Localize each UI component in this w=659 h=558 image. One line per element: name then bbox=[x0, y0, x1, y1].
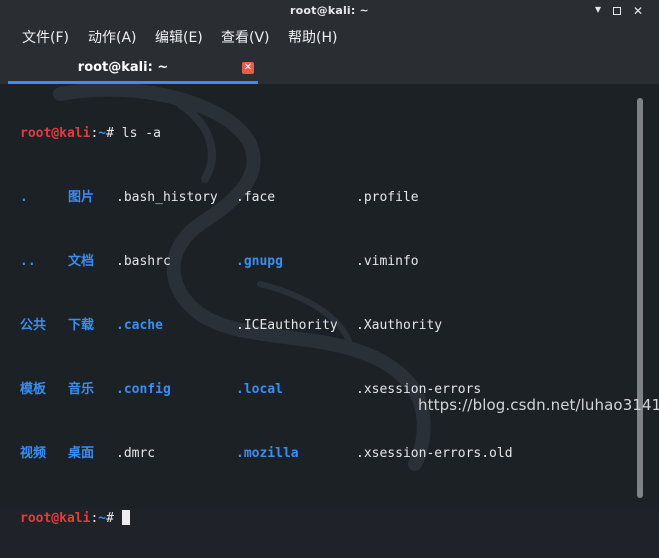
dir-entry: 视频 bbox=[20, 446, 47, 461]
dir-entry: .cache bbox=[116, 318, 163, 333]
file-entry: .face bbox=[236, 190, 276, 205]
close-icon[interactable]: ✕ bbox=[630, 3, 646, 19]
dir-entry: 桌面 bbox=[68, 446, 95, 461]
menu-actions[interactable]: 动作(A) bbox=[88, 29, 137, 47]
dir-entry: . bbox=[20, 190, 28, 205]
dir-entry: .gnupg bbox=[236, 254, 283, 269]
file-entry: .bash_history bbox=[116, 190, 218, 205]
prompt-symbol: # bbox=[106, 126, 114, 141]
ls-row: 公共 下载 .cache .ICEauthority .Xauthority bbox=[20, 318, 513, 334]
dir-entry: .local bbox=[236, 382, 283, 397]
file-entry: .profile bbox=[356, 190, 419, 205]
menu-view[interactable]: 查看(V) bbox=[221, 29, 270, 47]
minimize-icon[interactable]: ▾ bbox=[590, 1, 606, 17]
dir-entry: 下载 bbox=[68, 318, 95, 333]
vertical-scrollbar[interactable] bbox=[637, 98, 643, 498]
terminal-tab[interactable]: root@kali: ~ ✕ bbox=[8, 54, 258, 84]
tab-bar: root@kali: ~ ✕ bbox=[0, 54, 659, 84]
window-title: root@kali: ~ bbox=[290, 4, 369, 17]
terminal-window: root@kali: ~ ▾ ✕ 文件(F) 动作(A) 编辑(E) 查看(V)… bbox=[0, 0, 659, 526]
prompt-symbol: # bbox=[106, 511, 114, 526]
prompt-path: ~ bbox=[98, 511, 107, 526]
prompt-user: root@kali bbox=[20, 126, 91, 141]
terminal-output: root@kali:~# ls -a . 图片 .bash_history .face… bbox=[20, 94, 513, 558]
menu-edit[interactable]: 编辑(E) bbox=[155, 29, 203, 47]
maximize-icon[interactable] bbox=[609, 3, 625, 19]
dir-entry: .. bbox=[20, 254, 36, 269]
file-entry: .bashrc bbox=[116, 254, 171, 269]
dir-entry: 图片 bbox=[68, 190, 95, 205]
dir-entry: .config bbox=[116, 382, 171, 397]
prompt-path: ~ bbox=[98, 126, 107, 141]
menu-file[interactable]: 文件(F) bbox=[22, 29, 69, 47]
ls-row: 视频 桌面 .dmrc .mozilla .xsession-errors.old bbox=[20, 446, 513, 462]
prompt-line: root@kali:~# ls -a bbox=[20, 126, 513, 142]
tab-close-icon[interactable]: ✕ bbox=[242, 62, 254, 74]
dir-entry: 文档 bbox=[68, 254, 95, 269]
prompt-line: root@kali:~# bbox=[20, 510, 513, 526]
tab-title: root@kali: ~ bbox=[77, 60, 169, 75]
prompt-user: root@kali bbox=[20, 511, 91, 526]
title-bar: root@kali: ~ ▾ ✕ bbox=[0, 0, 659, 24]
menu-help[interactable]: 帮助(H) bbox=[288, 29, 337, 47]
dir-entry: 公共 bbox=[20, 318, 47, 333]
ls-row: . 图片 .bash_history .face .profile bbox=[20, 190, 513, 206]
file-entry: .ICEauthority bbox=[236, 318, 338, 333]
prompt-separator: : bbox=[90, 511, 99, 526]
dir-entry: 音乐 bbox=[68, 382, 95, 397]
file-entry: .xsession-errors.old bbox=[356, 446, 513, 461]
file-entry: .viminfo bbox=[356, 254, 419, 269]
file-entry: .Xauthority bbox=[356, 318, 443, 333]
dir-entry: .mozilla bbox=[236, 446, 299, 461]
csdn-watermark: https://blog.csdn.net/luhao31415 bbox=[418, 396, 659, 414]
terminal-area[interactable]: root@kali:~# ls -a . 图片 .bash_history .face… bbox=[0, 84, 659, 526]
text-cursor bbox=[121, 510, 130, 525]
ls-row: .. 文档 .bashrc .gnupg .viminfo bbox=[20, 254, 513, 270]
dir-entry: 模板 bbox=[20, 382, 47, 397]
file-entry: .dmrc bbox=[116, 446, 156, 461]
menu-bar: 文件(F) 动作(A) 编辑(E) 查看(V) 帮助(H) bbox=[0, 24, 659, 54]
prompt-command: ls -a bbox=[113, 126, 161, 141]
